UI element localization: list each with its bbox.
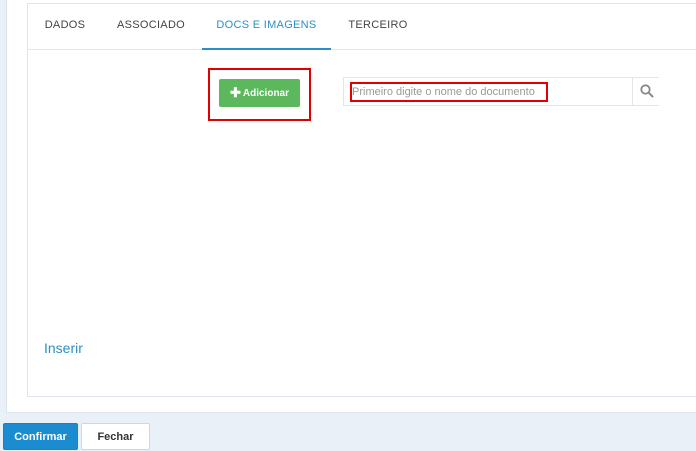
add-button-label: Adicionar [242, 88, 290, 99]
tab-dados[interactable]: DADOS [38, 4, 92, 48]
search-icon [640, 84, 654, 98]
search-button[interactable] [632, 78, 660, 105]
add-document-button[interactable]: ✚ Adicionar [219, 79, 300, 107]
tab-docs-e-imagens[interactable]: DOCS E IMAGENS [202, 4, 331, 50]
tab-terceiro[interactable]: TERCEIRO [342, 4, 414, 48]
plus-icon: ✚ [229, 85, 241, 100]
document-search-input[interactable] [352, 82, 622, 102]
inserir-link[interactable]: Inserir [44, 340, 83, 356]
tab-bar: DADOS ASSOCIADO DOCS E IMAGENS TERCEIRO [28, 4, 696, 50]
tab-associado[interactable]: ASSOCIADO [112, 4, 190, 48]
confirm-button[interactable]: Confirmar [3, 423, 78, 450]
tab-panel: DADOS ASSOCIADO DOCS E IMAGENS TERCEIRO … [27, 3, 696, 397]
document-search [343, 77, 659, 106]
modal-body: DADOS ASSOCIADO DOCS E IMAGENS TERCEIRO … [6, 0, 696, 413]
close-button[interactable]: Fechar [81, 423, 150, 450]
